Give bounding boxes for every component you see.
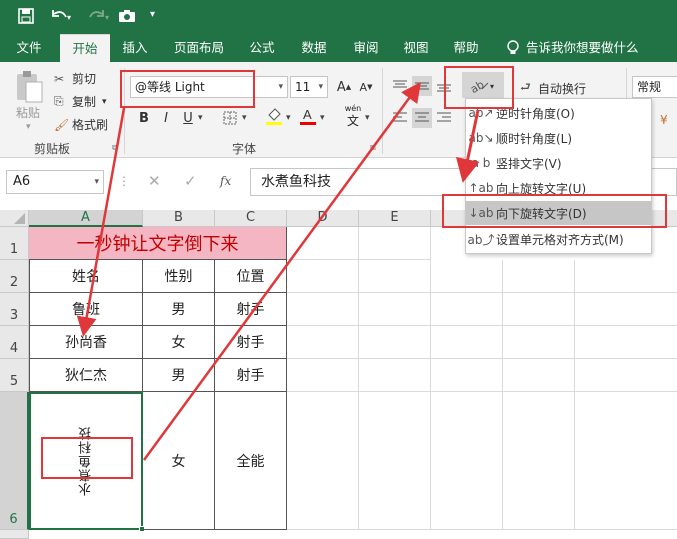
arrow-orientation-to-menu [455, 109, 480, 183]
arrow-cell-to-align [142, 81, 421, 461]
annotation-arrows [76, 81, 480, 461]
arrow-font-to-cell [76, 107, 126, 337]
